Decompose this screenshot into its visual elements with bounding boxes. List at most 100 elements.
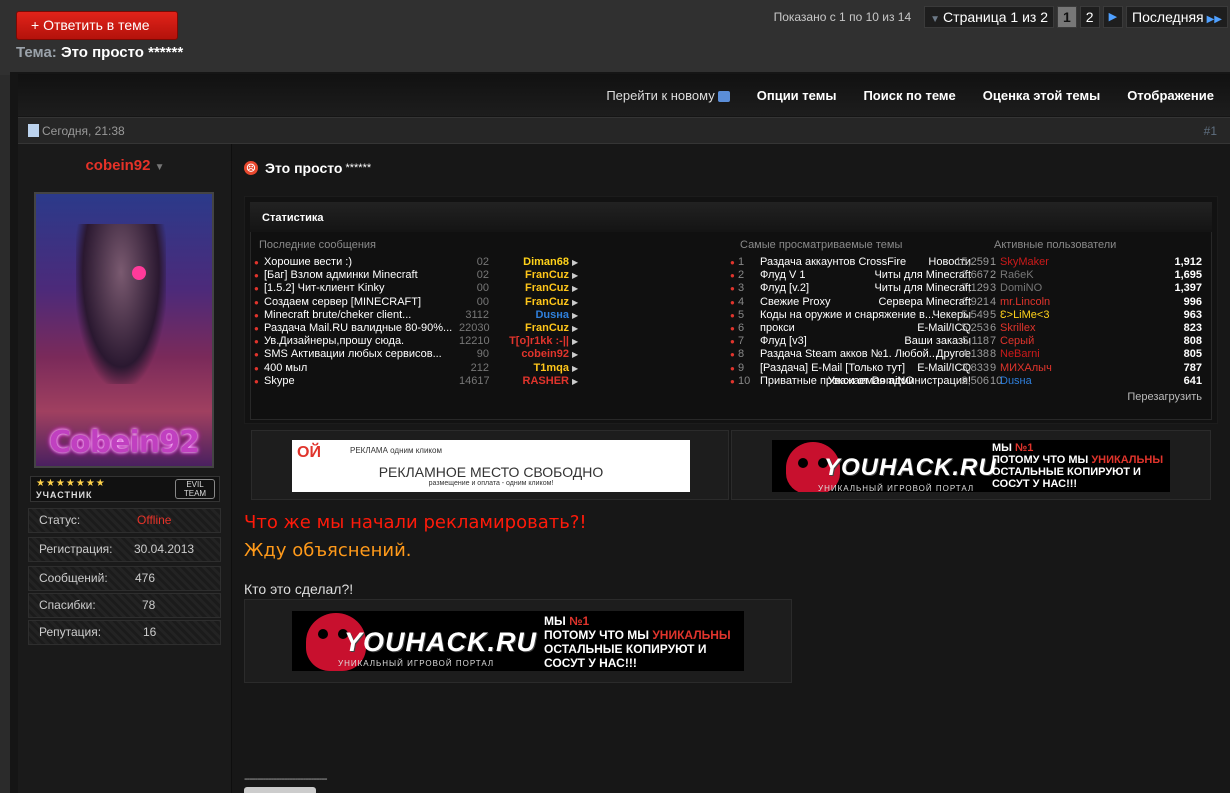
popular-thread-title[interactable]: Флуд [v3] — [760, 335, 807, 348]
registration-row: Регистрация: 30.04.2013 — [28, 537, 221, 562]
recent-post-title[interactable]: Skype — [264, 375, 295, 388]
page-select-label: Страница 1 из 2 — [943, 9, 1048, 25]
popular-thread-row[interactable]: ● 6 прокси 5,253 — [730, 322, 990, 335]
go-new-link[interactable]: Перейти к новому — [606, 88, 730, 103]
recent-post-user[interactable]: FranCuz — [489, 322, 569, 335]
thread-search-menu[interactable]: Поиск по теме — [863, 88, 955, 103]
popular-thread-row[interactable]: ● 2 Флуд V 1 8,667 — [730, 269, 990, 282]
recent-post-row[interactable]: ● Skype 14617 RASHER ▶ Уважаемая администраци… — [254, 375, 971, 388]
active-user-name[interactable]: МИХАлыч — [1000, 362, 1052, 375]
display-mode-menu[interactable]: Отображение — [1127, 88, 1214, 103]
popular-thread-index: 3 — [738, 282, 745, 295]
recent-post-row[interactable]: ● Раздача Mail.RU валидные 80-90%... 22030… — [254, 322, 971, 335]
recent-post-user[interactable]: FranCuz — [489, 269, 569, 282]
active-user-row[interactable]: 1 SkyMaker 1,912 — [990, 256, 1202, 269]
recent-post-title[interactable]: Хорошие вести :) — [264, 256, 352, 269]
recent-post-row[interactable]: ● Хорошие вести :) 02 Diman68 ▶ Новости — [254, 256, 971, 269]
popular-thread-title[interactable]: Раздача Steam акков №1. Любой... — [760, 348, 938, 361]
recent-post-row[interactable]: ● Minecraft brute/cheker client... 3112 Dus… — [254, 309, 971, 322]
popular-thread-views: 8,667 — [961, 269, 989, 282]
active-user-row[interactable]: 8 NeBarni 805 — [990, 348, 1202, 361]
active-user-name[interactable]: Dusна — [1000, 375, 1032, 388]
active-user-row[interactable]: 4 mr.Lincoln 996 — [990, 296, 1202, 309]
popular-thread-row[interactable]: ● 3 Флуд [v.2] 7,129 — [730, 282, 990, 295]
thread-options-menu[interactable]: Опции темы — [757, 88, 837, 103]
popular-thread-title[interactable]: Свежие Proxy — [760, 296, 830, 309]
active-user-name[interactable]: NeBarni — [1000, 348, 1040, 361]
recent-post-title[interactable]: [1.5.2] Чит-клиент Kinky — [264, 282, 385, 295]
page-select[interactable]: ▼ Страница 1 из 2 — [924, 6, 1054, 28]
youhack-banner-large: YOUHACK.RU УНИКАЛЬНЫЙ ИГРОВОЙ ПОРТАЛ МЫ … — [292, 611, 744, 671]
popular-thread-row[interactable]: ● 9 [Раздача] E-Mail [Только тут] 3,833 — [730, 362, 990, 375]
active-user-name[interactable]: Skrillex — [1000, 322, 1035, 335]
recent-post-user[interactable]: Dusна — [489, 309, 569, 322]
post-title-text: Это просто — [265, 160, 343, 176]
active-user-name[interactable]: Серый — [1000, 335, 1034, 348]
recent-post-title[interactable]: [Баг] Взлом админки Minecraft — [264, 269, 418, 282]
active-user-name[interactable]: SkyMaker — [1000, 256, 1049, 269]
recent-post-user[interactable]: Diman68 — [489, 256, 569, 269]
active-user-row[interactable]: 6 Skrillex 823 — [990, 322, 1202, 335]
page-1[interactable]: 1 — [1056, 6, 1077, 28]
recent-post-title[interactable]: Ув.Дизайнеры,прошу сюда. — [264, 335, 404, 348]
recent-post-row[interactable]: ● [Баг] Взлом админки Minecraft 02 FranCuz ▶… — [254, 269, 971, 282]
recent-post-user[interactable]: RASHER — [489, 375, 569, 388]
recent-post-title[interactable]: Раздача Mail.RU валидные 80-90%... — [264, 322, 452, 335]
popular-thread-row[interactable]: ● 8 Раздача Steam акков №1. Любой... 4,138 — [730, 348, 990, 361]
slogan-line1a: МЫ — [544, 614, 570, 628]
active-user-row[interactable]: 2 Ra6eK 1,695 — [990, 269, 1202, 282]
popular-thread-title[interactable]: Раздача аккаунтов CrossFire — [760, 256, 906, 269]
recent-post-row[interactable]: ● [1.5.2] Чит-клиент Kinky 00 FranCuz ▶ Читы … — [254, 282, 971, 295]
page-2[interactable]: 2 — [1079, 6, 1100, 28]
recent-post-user[interactable]: FranCuz — [489, 296, 569, 309]
slogan-line1b: №1 — [569, 614, 590, 628]
reload-button[interactable]: Перезагрузить — [1127, 391, 1202, 403]
popular-thread-title[interactable]: прокси — [760, 322, 795, 335]
bullet-icon: ● — [254, 337, 259, 347]
popular-thread-row[interactable]: ● 1 Раздача аккаунтов CrossFire 15,259 — [730, 256, 990, 269]
reply-button[interactable]: + Ответить в теме — [16, 11, 178, 40]
active-user-name[interactable]: Ɛ>LiMe<3 — [1000, 309, 1049, 322]
recent-post-row[interactable]: ● 400 мыл 212 T1mqa ▶ E-Mail/ICQ — [254, 362, 971, 375]
ad-youhack-slot[interactable]: YOUHACK.RU УНИКАЛЬНЫЙ ИГРОВОЙ ПОРТАЛ МЫ … — [731, 430, 1211, 500]
popular-thread-title[interactable]: [Раздача] E-Mail [Только тут] — [760, 362, 905, 375]
recent-post-row[interactable]: ● Создаем сервер [MINECRAFT] 00 FranCuz ▶ Сер… — [254, 296, 971, 309]
recent-post-title[interactable]: Создаем сервер [MINECRAFT] — [264, 296, 421, 309]
recent-post-title[interactable]: Minecraft brute/cheker client... — [264, 309, 411, 322]
active-user-name[interactable]: mr.Lincoln — [1000, 296, 1050, 309]
recent-post-user[interactable]: cobein92 — [489, 348, 569, 361]
thanks-row: Спасибки: 78 — [28, 593, 221, 618]
thread-rate-menu[interactable]: Оценка этой темы — [983, 88, 1100, 103]
recent-post-title[interactable]: 400 мыл — [264, 362, 307, 375]
active-user-row[interactable]: 3 DomiNO 1,397 — [990, 282, 1202, 295]
post-number[interactable]: #1 — [1204, 124, 1217, 138]
active-user-name[interactable]: DomiNO — [1000, 282, 1042, 295]
registration-label: Регистрация: — [39, 542, 113, 556]
recent-post-user[interactable]: FranCuz — [489, 282, 569, 295]
popular-thread-title[interactable]: Коды на оружие и снаряжение в... — [760, 309, 934, 322]
recent-post-title[interactable]: SMS Активации любых сервисов... — [264, 348, 442, 361]
thanks-button[interactable] — [244, 787, 316, 793]
popular-thread-title[interactable]: Приватные прокси от DomiNO — [760, 375, 914, 388]
active-user-name[interactable]: Ra6eK — [1000, 269, 1034, 282]
next-page-icon[interactable]: ▶ — [1102, 6, 1124, 28]
active-user-row[interactable]: 9 МИХАлыч 787 — [990, 362, 1202, 375]
username[interactable]: cobein92 ▼ — [18, 157, 232, 174]
recent-post-user[interactable]: T[o]r1kk :-|| — [489, 335, 569, 348]
ad-free-sub: размещение и оплата - одним кликом! — [428, 480, 554, 487]
recent-post-row[interactable]: ● SMS Активации любых сервисов... 90 cobein… — [254, 348, 971, 361]
popular-thread-row[interactable]: ● 10 Приватные прокси от DomiNO 3,506 — [730, 375, 990, 388]
recent-post-row[interactable]: ● Ув.Дизайнеры,прошу сюда. 12210 T[o]r1kk :… — [254, 335, 971, 348]
popular-thread-row[interactable]: ● 7 Флуд [v3] 5,118 — [730, 335, 990, 348]
active-user-row[interactable]: 10 Dusна 641 — [990, 375, 1202, 388]
popular-thread-row[interactable]: ● 5 Коды на оружие и снаряжение в... 5,549 — [730, 309, 990, 322]
popular-thread-title[interactable]: Флуд V 1 — [760, 269, 806, 282]
last-page-button[interactable]: Последняя ▶▶ — [1126, 6, 1228, 28]
popular-thread-title[interactable]: Флуд [v.2] — [760, 282, 809, 295]
active-user-row[interactable]: 7 Серый 808 — [990, 335, 1202, 348]
active-user-row[interactable]: 5 Ɛ>LiMe<3 963 — [990, 309, 1202, 322]
ad-free-slot[interactable]: ОЙ РЕКЛАМА одним кликом РЕКЛАМНОЕ МЕСТО … — [251, 430, 729, 500]
recent-post-user[interactable]: T1mqa — [489, 362, 569, 375]
youhack-banner-post[interactable]: YOUHACK.RU УНИКАЛЬНЫЙ ИГРОВОЙ ПОРТАЛ МЫ … — [244, 599, 792, 683]
popular-thread-row[interactable]: ● 4 Свежие Proxy 6,921 — [730, 296, 990, 309]
